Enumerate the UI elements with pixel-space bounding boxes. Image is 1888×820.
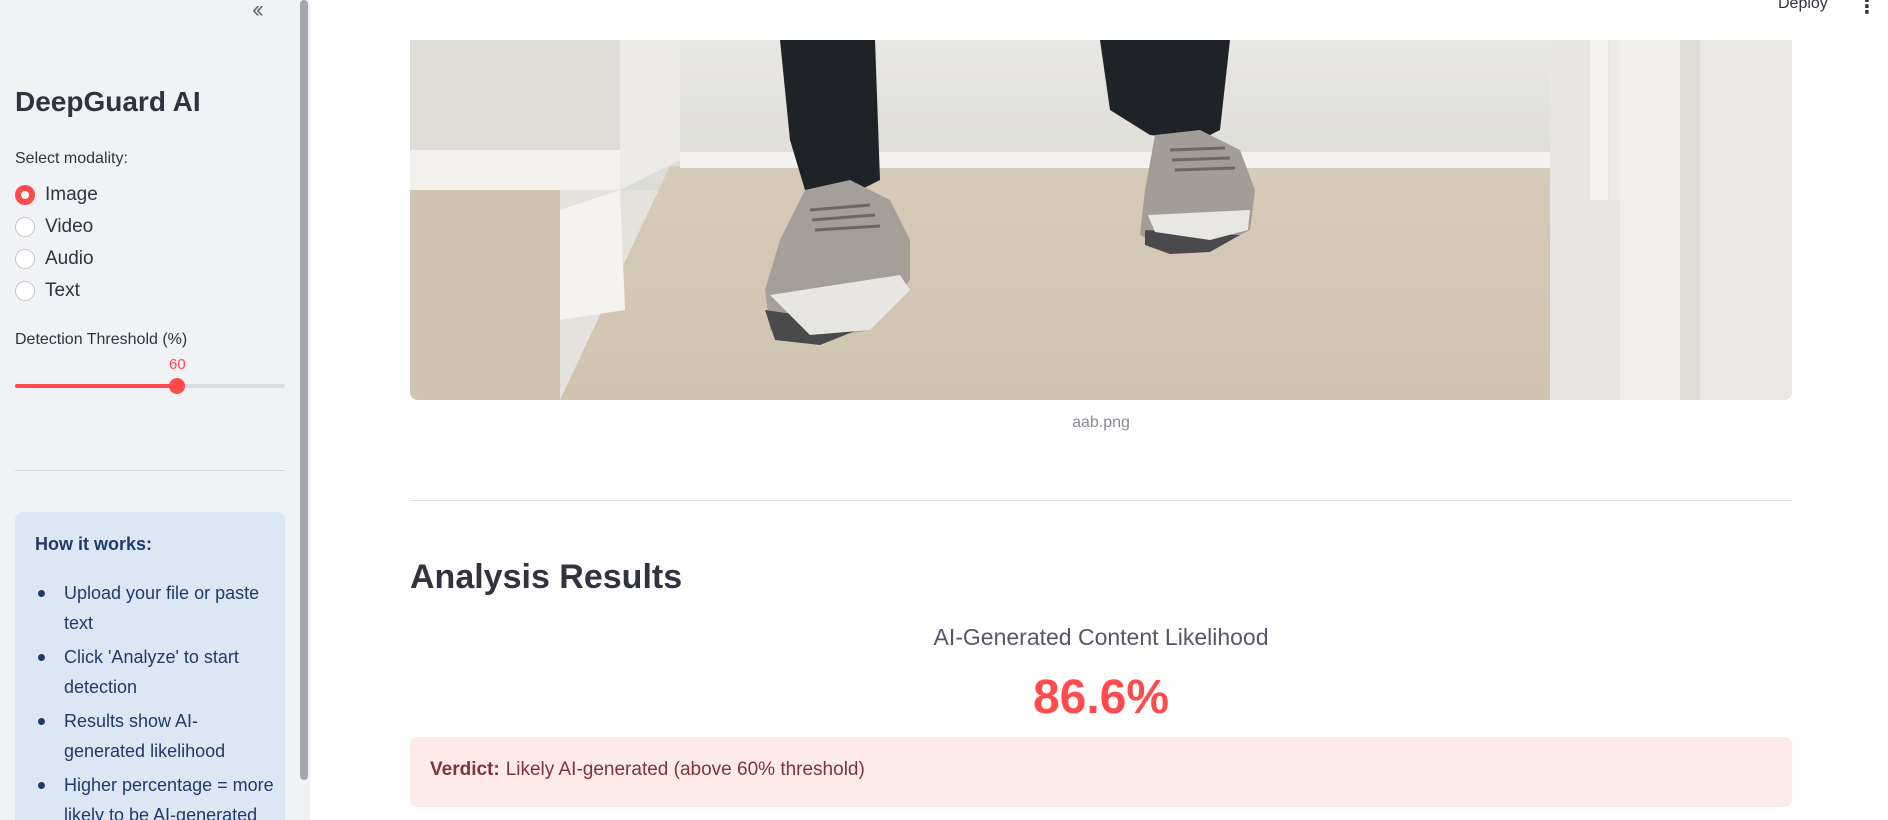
radio-image[interactable]: Image: [15, 184, 98, 206]
radio-selected-icon: [15, 185, 35, 205]
threshold-slider-track[interactable]: [15, 384, 285, 388]
likelihood-label: AI-Generated Content Likelihood: [933, 624, 1269, 650]
radio-video[interactable]: Video: [15, 216, 93, 238]
main-divider: [410, 500, 1792, 501]
threshold-slider-fill: [15, 384, 177, 388]
double-chevron-left-icon[interactable]: ‹‹: [252, 0, 264, 24]
how-it-works-box: How it works: Upload your file or paste …: [15, 512, 285, 820]
results-heading: Analysis Results: [410, 558, 683, 596]
radio-label: Video: [45, 216, 94, 237]
modality-label: Select modality:: [15, 150, 128, 167]
list-item: Results show AI-generated likelihood: [35, 706, 275, 766]
radio-audio[interactable]: Audio: [15, 248, 94, 270]
sidebar-scrollbar[interactable]: [300, 0, 308, 780]
threshold-label: Detection Threshold (%): [15, 331, 188, 348]
app-root: ‹‹ DeepGuard AI Select modality: Image V…: [0, 0, 1888, 820]
radio-unselected-icon: [15, 281, 35, 301]
uploaded-image: [410, 40, 1792, 400]
threshold-value: 60: [169, 356, 186, 373]
how-it-works-title: How it works:: [35, 534, 153, 554]
radio-label: Text: [45, 280, 80, 301]
sidebar: ‹‹ DeepGuard AI Select modality: Image V…: [0, 0, 310, 820]
likelihood-value: 86.6%: [1032, 671, 1170, 724]
threshold-slider-thumb[interactable]: [169, 378, 185, 394]
sidebar-divider: [15, 470, 285, 471]
deploy-button[interactable]: Deploy: [1778, 0, 1828, 13]
list-item: Click 'Analyze' to start detection: [35, 642, 275, 702]
verdict-text: Likely AI-generated (above 60% threshold…: [505, 759, 865, 780]
app-title: DeepGuard AI: [15, 86, 201, 117]
list-item: Higher percentage = more likely to be AI…: [35, 770, 275, 820]
radio-label: Image: [45, 184, 98, 205]
verdict-label: Verdict:: [430, 759, 500, 780]
vertical-dots-icon[interactable]: ⋮: [1857, 0, 1877, 19]
image-caption: aab.png: [1072, 414, 1130, 431]
list-item: Upload your file or paste text: [35, 578, 275, 638]
radio-unselected-icon: [15, 217, 35, 237]
how-it-works-list: Upload your file or paste text Click 'An…: [35, 578, 275, 820]
radio-unselected-icon: [15, 249, 35, 269]
radio-text[interactable]: Text: [15, 280, 80, 302]
verdict-alert: Verdict: Likely AI-generated (above 60% t…: [410, 737, 1792, 807]
radio-label: Audio: [45, 248, 94, 269]
